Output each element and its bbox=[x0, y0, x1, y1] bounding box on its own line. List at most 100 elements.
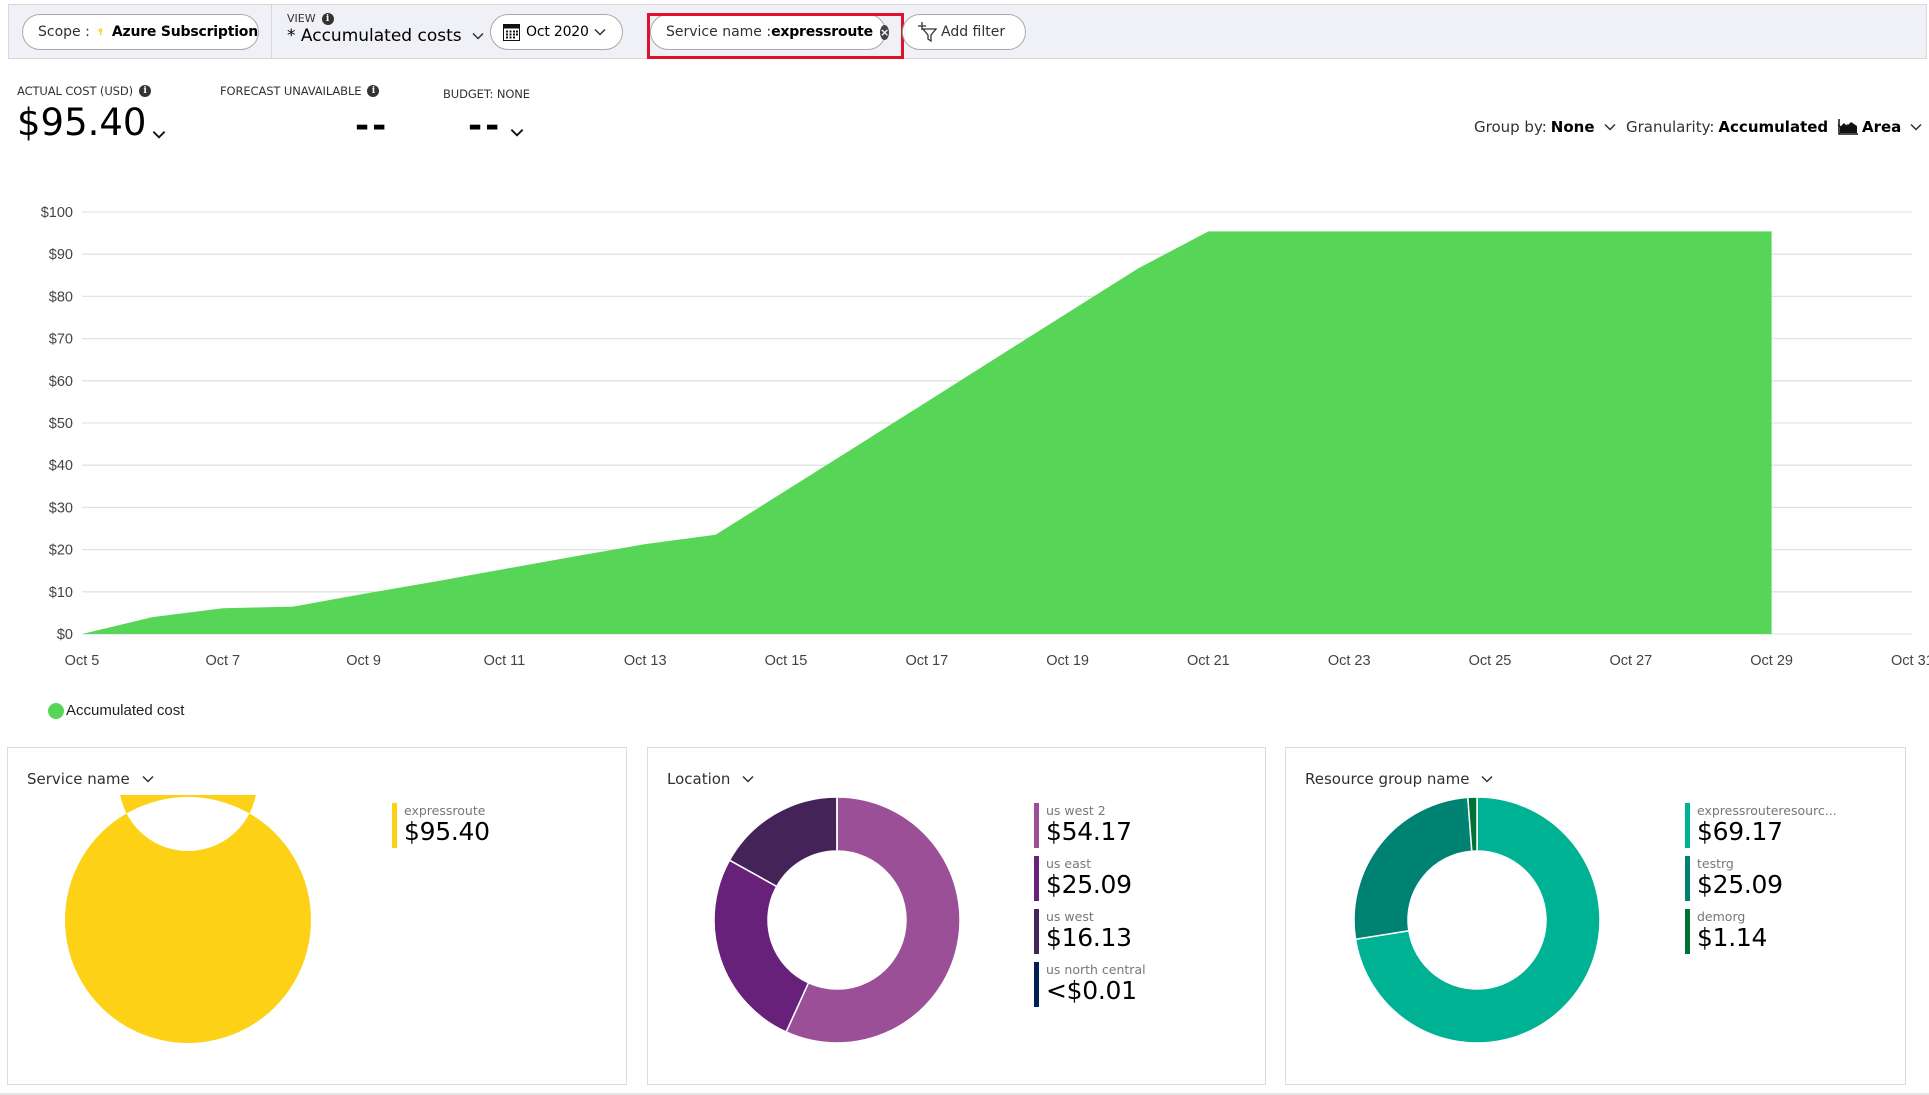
y-tick-label: $60 bbox=[49, 374, 73, 390]
view-selector[interactable]: VIEW i * Accumulated costs bbox=[287, 12, 484, 46]
divider bbox=[271, 5, 272, 58]
y-tick-label: $90 bbox=[49, 247, 73, 263]
legend-item-name: us west 2 bbox=[1046, 803, 1106, 818]
legend-item[interactable]: demorg $1.14 bbox=[1685, 909, 1837, 962]
legend-item[interactable]: us west 2 $54.17 bbox=[1034, 803, 1146, 856]
legend-item-value: <$0.01 bbox=[1046, 976, 1137, 1005]
info-icon[interactable]: i bbox=[367, 85, 380, 97]
legend-item-value: $95.40 bbox=[404, 817, 490, 846]
legend-item-name: demorg bbox=[1697, 909, 1746, 924]
chart-legend-item[interactable]: Accumulated cost bbox=[48, 702, 184, 719]
x-tick-label: Oct 15 bbox=[765, 653, 808, 669]
actual-cost-metric: ACTUAL COST (USD) i $95.40 bbox=[17, 84, 166, 141]
legend-color-bar bbox=[1034, 803, 1039, 848]
service-name-legend: expressroute $95.40 bbox=[392, 803, 490, 856]
legend-color-bar bbox=[1034, 962, 1039, 1007]
legend-color-bar bbox=[392, 803, 397, 848]
forecast-value: -- bbox=[355, 106, 390, 146]
resource-group-donut bbox=[1353, 796, 1601, 1044]
legend-item[interactable]: expressrouteresourc... $69.17 bbox=[1685, 803, 1837, 856]
group-by-label: Group by: bbox=[1474, 118, 1547, 136]
y-tick-label: $50 bbox=[49, 416, 73, 432]
chevron-down-icon[interactable] bbox=[510, 128, 524, 137]
legend-color-bar bbox=[1685, 803, 1690, 848]
service-name-panel: Service name expressroute $95.40 bbox=[7, 747, 627, 1085]
x-tick-label: Oct 13 bbox=[624, 653, 667, 669]
legend-item[interactable]: us west $16.13 bbox=[1034, 909, 1146, 962]
legend-color-bar bbox=[1685, 909, 1690, 954]
legend-item[interactable]: testrg $25.09 bbox=[1685, 856, 1837, 909]
legend-item-value: $25.09 bbox=[1697, 870, 1783, 899]
date-range-pill[interactable]: Oct 2020 bbox=[490, 14, 623, 50]
legend-item-value: $25.09 bbox=[1046, 870, 1132, 899]
legend-item-value: $69.17 bbox=[1697, 817, 1783, 846]
filter-value: expressroute bbox=[771, 24, 873, 40]
donut-slice[interactable] bbox=[64, 795, 311, 1043]
x-tick-label: Oct 31 bbox=[1891, 653, 1929, 669]
y-tick-label: $100 bbox=[41, 205, 73, 221]
filter-label: Service name : bbox=[666, 24, 772, 40]
forecast-metric: FORECAST UNAVAILABLE i bbox=[220, 84, 380, 98]
x-tick-label: Oct 21 bbox=[1187, 653, 1230, 669]
location-dropdown[interactable]: Location bbox=[667, 770, 754, 788]
x-tick-label: Oct 23 bbox=[1328, 653, 1371, 669]
legend-item-name: testrg bbox=[1697, 856, 1734, 871]
info-icon[interactable]: i bbox=[321, 12, 334, 25]
location-panel: Location us west 2 $54.17 us east $25.09 us … bbox=[647, 747, 1266, 1085]
scope-pill[interactable]: Scope : Azure Subscription bbox=[22, 14, 259, 50]
view-value: * Accumulated costs bbox=[287, 26, 462, 46]
service-name-dropdown[interactable]: Service name bbox=[27, 770, 154, 788]
resource-group-dropdown[interactable]: Resource group name bbox=[1305, 770, 1493, 788]
x-tick-label: Oct 9 bbox=[346, 653, 381, 669]
granularity-dropdown[interactable]: Granularity: Accumulated bbox=[1626, 118, 1849, 136]
legend-item-name: us west bbox=[1046, 909, 1094, 924]
accumulated-cost-area-chart: $0 $10 $20 $30 $40 $50 $60 $70 $80 $90 $100 Oct 5 O… bbox=[41, 205, 1929, 669]
forecast-label: FORECAST UNAVAILABLE bbox=[220, 84, 362, 98]
x-tick-label: Oct 19 bbox=[1046, 653, 1089, 669]
add-filter-icon bbox=[918, 22, 937, 42]
area-chart-icon bbox=[1838, 119, 1858, 135]
y-tick-label: $40 bbox=[49, 458, 73, 474]
granularity-label: Granularity: bbox=[1626, 118, 1715, 136]
y-tick-label: $30 bbox=[49, 500, 73, 516]
legend-color-bar bbox=[1685, 856, 1690, 901]
date-value: Oct 2020 bbox=[526, 24, 589, 40]
donut-slice[interactable] bbox=[713, 859, 810, 1033]
service-name-donut bbox=[64, 795, 311, 1043]
legend-label: Accumulated cost bbox=[66, 702, 185, 719]
remove-filter-icon[interactable]: × bbox=[879, 24, 890, 40]
calendar-icon bbox=[503, 23, 520, 41]
actual-cost-value: $95.40 bbox=[17, 101, 147, 144]
y-tick-label: $70 bbox=[49, 332, 73, 348]
legend-item[interactable]: us east $25.09 bbox=[1034, 856, 1146, 909]
y-tick-label: $0 bbox=[57, 627, 73, 643]
key-icon bbox=[98, 28, 103, 36]
legend-item-name: expressrouteresourc... bbox=[1697, 803, 1837, 818]
x-tick-label: Oct 27 bbox=[1609, 653, 1652, 669]
chart-type-dropdown[interactable]: Area bbox=[1838, 118, 1922, 136]
budget-value: -- bbox=[468, 106, 503, 146]
info-icon[interactable]: i bbox=[138, 85, 151, 97]
legend-item-value: $16.13 bbox=[1046, 923, 1132, 952]
y-tick-label: $10 bbox=[49, 585, 73, 601]
chart-type-value: Area bbox=[1862, 118, 1902, 136]
budget-metric: BUDGET: NONE bbox=[443, 87, 530, 101]
panel-title: Service name bbox=[27, 770, 130, 788]
add-filter-button[interactable]: Add filter bbox=[902, 14, 1026, 50]
chevron-down-icon bbox=[1481, 775, 1493, 783]
legend-item[interactable]: us north central <$0.01 bbox=[1034, 962, 1146, 1015]
accumulated-cost-area[interactable] bbox=[82, 231, 1772, 634]
legend-color-bar bbox=[1034, 856, 1039, 901]
location-legend: us west 2 $54.17 us east $25.09 us west $16.1… bbox=[1034, 803, 1146, 1015]
view-label: VIEW bbox=[287, 12, 316, 25]
resource-group-panel: Resource group name expressrouteresourc.… bbox=[1285, 747, 1906, 1085]
chevron-down-icon bbox=[472, 32, 484, 40]
x-tick-label: Oct 7 bbox=[205, 653, 240, 669]
chevron-down-icon[interactable] bbox=[152, 130, 166, 139]
service-name-filter-pill[interactable]: Service name : expressroute × bbox=[650, 14, 890, 50]
x-tick-label: Oct 29 bbox=[1750, 653, 1793, 669]
chevron-down-icon bbox=[1910, 123, 1922, 131]
group-by-dropdown[interactable]: Group by: None bbox=[1474, 118, 1616, 136]
donut-slice[interactable] bbox=[1353, 796, 1473, 941]
legend-item[interactable]: expressroute $95.40 bbox=[392, 803, 490, 856]
